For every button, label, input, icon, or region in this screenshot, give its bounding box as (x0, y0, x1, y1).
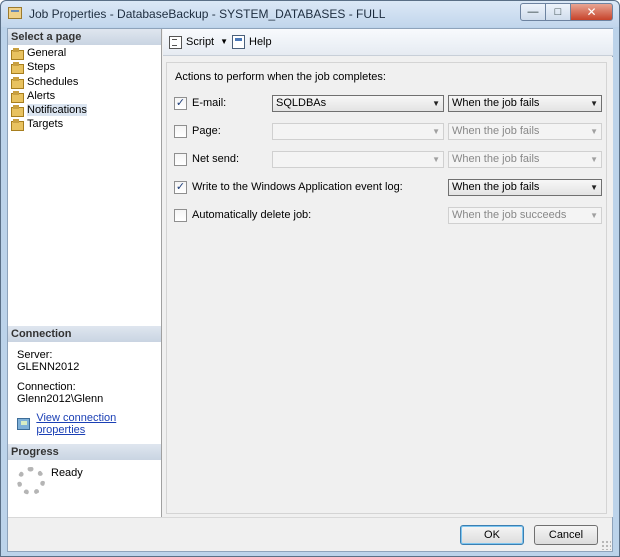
dialog-client-area: Select a page General Steps Schedules Al… (7, 28, 613, 552)
chevron-down-icon: ▼ (590, 211, 598, 220)
maximize-button[interactable]: □ (545, 3, 571, 21)
chevron-down-icon: ▼ (590, 99, 598, 108)
net-send-operator-select: ▼ (272, 151, 444, 168)
maximize-icon: □ (554, 5, 562, 18)
page-icon (11, 105, 24, 118)
chevron-down-icon: ▼ (432, 127, 440, 136)
progress-spinner-icon (17, 467, 45, 495)
page-condition-value: When the job fails (452, 125, 540, 137)
server-label: Server: (17, 349, 53, 361)
close-icon: ✕ (586, 5, 597, 19)
script-button[interactable]: Script ▼ (169, 35, 228, 49)
page-icon (11, 48, 24, 60)
sidebar-item-label: Notifications (27, 104, 87, 117)
page-icon (11, 90, 24, 103)
page-list: General Steps Schedules Alerts Notificat… (11, 46, 87, 132)
cancel-button[interactable]: Cancel (534, 525, 598, 545)
chevron-down-icon[interactable]: ▼ (220, 37, 228, 46)
page-icon (11, 76, 24, 89)
connection-label: Connection: (17, 381, 76, 393)
help-label: Help (249, 36, 272, 48)
app-icon (8, 7, 22, 19)
auto-delete-condition-select: When the job succeeds ▼ (448, 207, 602, 224)
view-connection-properties-label: View connection properties (36, 412, 117, 436)
sidebar-item-schedules[interactable]: Schedules (11, 75, 87, 89)
page-icon (11, 119, 24, 132)
job-properties-window: Job Properties - DatabaseBackup - SYSTEM… (0, 0, 620, 557)
email-checkbox[interactable]: ✓ (174, 97, 187, 110)
page-operator-select: ▼ (272, 123, 444, 140)
sidebar-item-targets[interactable]: Targets (11, 117, 87, 132)
chevron-down-icon: ▼ (432, 155, 440, 164)
minimize-icon: — (527, 5, 539, 18)
net-send-condition-value: When the job fails (452, 153, 540, 165)
sidebar-item-label: Alerts (27, 89, 56, 102)
chevron-down-icon: ▼ (590, 127, 598, 136)
connection-properties-icon (17, 418, 31, 430)
net-send-row: Net send: ▼ When the job fails ▼ (163, 150, 613, 170)
net-send-checkbox[interactable] (174, 153, 187, 166)
auto-delete-row: Automatically delete job: When the job s… (163, 206, 613, 226)
close-button[interactable]: ✕ (570, 3, 613, 21)
auto-delete-checkbox[interactable] (174, 209, 187, 222)
left-pane: Select a page General Steps Schedules Al… (8, 29, 162, 517)
progress-status: Ready (51, 467, 83, 479)
sidebar-item-general[interactable]: General (11, 46, 87, 60)
sidebar-item-label: Steps (27, 61, 56, 74)
event-log-checkbox[interactable]: ✓ (174, 181, 187, 194)
script-label: Script (186, 35, 215, 48)
window-controls: — □ ✕ (520, 3, 613, 21)
event-log-label[interactable]: Write to the Windows Application event l… (192, 181, 403, 193)
select-page-header: Select a page (8, 29, 161, 45)
sidebar-item-alerts[interactable]: Alerts (11, 89, 87, 103)
resize-grip-icon[interactable] (601, 540, 611, 550)
sidebar-item-label: Schedules (27, 75, 79, 88)
progress-header: Progress (8, 444, 161, 460)
notifications-page: Actions to perform when the job complete… (163, 57, 613, 517)
sidebar-item-label: Targets (27, 118, 64, 131)
script-icon (169, 35, 182, 49)
page-icon (11, 62, 24, 75)
actions-heading: Actions to perform when the job complete… (175, 71, 386, 83)
sidebar-item-notifications[interactable]: Notifications (11, 103, 87, 118)
email-operator-select[interactable]: SQLDBAs ▼ (272, 95, 444, 112)
sidebar-item-label: General (27, 47, 67, 59)
net-send-label[interactable]: Net send: (192, 153, 239, 165)
window-title: Job Properties - DatabaseBackup - SYSTEM… (29, 7, 386, 21)
server-value: GLENN2012 (17, 361, 80, 373)
toolbar: Script ▼ Help (163, 29, 613, 56)
chevron-down-icon: ▼ (590, 155, 598, 164)
auto-delete-condition-value: When the job succeeds (452, 209, 567, 221)
email-condition-select[interactable]: When the job fails ▼ (448, 95, 602, 112)
help-button[interactable]: Help (232, 35, 272, 49)
view-connection-properties-link[interactable]: View connection properties (17, 412, 161, 436)
email-condition-value: When the job fails (452, 97, 540, 109)
page-checkbox[interactable] (174, 125, 187, 138)
auto-delete-label[interactable]: Automatically delete job: (192, 209, 311, 221)
net-send-condition-select: When the job fails ▼ (448, 151, 602, 168)
page-row: Page: ▼ When the job fails ▼ (163, 122, 613, 142)
chevron-down-icon: ▼ (590, 183, 598, 192)
title-bar[interactable]: Job Properties - DatabaseBackup - SYSTEM… (1, 1, 619, 27)
chevron-down-icon: ▼ (432, 99, 440, 108)
event-log-row: ✓ Write to the Windows Application event… (163, 178, 613, 198)
ok-button[interactable]: OK (460, 525, 524, 545)
event-log-condition-select[interactable]: When the job fails ▼ (448, 179, 602, 196)
connection-value: Glenn2012\Glenn (17, 393, 104, 405)
dialog-button-bar: OK Cancel (8, 517, 612, 551)
minimize-button[interactable]: — (520, 3, 546, 21)
email-operator-value: SQLDBAs (276, 97, 327, 109)
connection-header: Connection (8, 326, 161, 342)
email-label[interactable]: E-mail: (192, 97, 226, 109)
page-condition-select: When the job fails ▼ (448, 123, 602, 140)
page-label[interactable]: Page: (192, 125, 221, 137)
sidebar-item-steps[interactable]: Steps (11, 60, 87, 75)
email-row: ✓ E-mail: SQLDBAs ▼ When the job fails ▼ (163, 94, 613, 114)
event-log-condition-value: When the job fails (452, 181, 540, 193)
help-icon (232, 35, 245, 49)
